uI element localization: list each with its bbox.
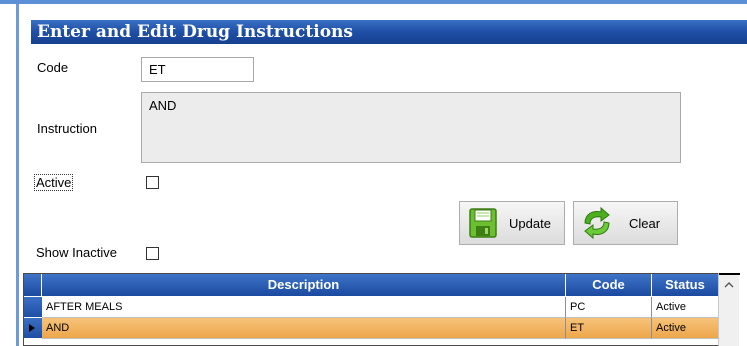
instruction-label: Instruction xyxy=(37,121,97,136)
update-button[interactable]: Update xyxy=(459,201,565,245)
cell-code[interactable]: PC xyxy=(566,297,652,318)
cell-description[interactable]: AFTER MEALS xyxy=(42,297,566,318)
row-header[interactable] xyxy=(24,318,42,339)
current-row-arrow-icon xyxy=(29,324,35,332)
window-left-border xyxy=(16,4,19,346)
code-input[interactable]: ET xyxy=(141,57,254,82)
column-header-code[interactable]: Code xyxy=(566,274,652,296)
clear-button-label: Clear xyxy=(629,215,661,231)
form-title: Enter and Edit Drug Instructions xyxy=(31,20,747,44)
column-header-description[interactable]: Description xyxy=(42,274,566,296)
cell-code[interactable]: ET xyxy=(566,318,652,339)
clear-button[interactable]: Clear xyxy=(573,201,678,245)
active-label: Active xyxy=(34,174,74,191)
show-inactive-label: Show Inactive xyxy=(36,245,117,260)
cell-status[interactable]: Active xyxy=(652,318,719,339)
table-row[interactable]: AFTER MEALS PC Active xyxy=(24,297,738,318)
cell-status[interactable]: Active xyxy=(652,297,719,318)
instructions-grid: Description Code Status AFTER MEALS PC A… xyxy=(23,273,739,346)
scroll-up-arrow-icon[interactable] xyxy=(724,281,734,289)
scrollbar-top-edge xyxy=(719,273,740,276)
grid-corner-cell xyxy=(24,274,42,296)
table-row-selected[interactable]: AND ET Active xyxy=(24,318,738,339)
grid-vertical-scrollbar[interactable] xyxy=(718,273,740,346)
recycle-arrows-icon xyxy=(577,204,617,242)
code-label: Code xyxy=(37,60,69,75)
cell-description[interactable]: AND xyxy=(42,318,566,339)
floppy-disk-icon xyxy=(463,204,503,242)
show-inactive-checkbox[interactable] xyxy=(146,247,159,260)
column-header-status[interactable]: Status xyxy=(652,274,719,296)
update-button-label: Update xyxy=(509,215,551,231)
row-header[interactable] xyxy=(24,297,42,318)
instruction-textarea[interactable]: AND xyxy=(141,92,681,163)
grid-header: Description Code Status xyxy=(24,274,738,296)
active-checkbox[interactable] xyxy=(146,176,159,189)
window-top-border xyxy=(0,0,747,4)
